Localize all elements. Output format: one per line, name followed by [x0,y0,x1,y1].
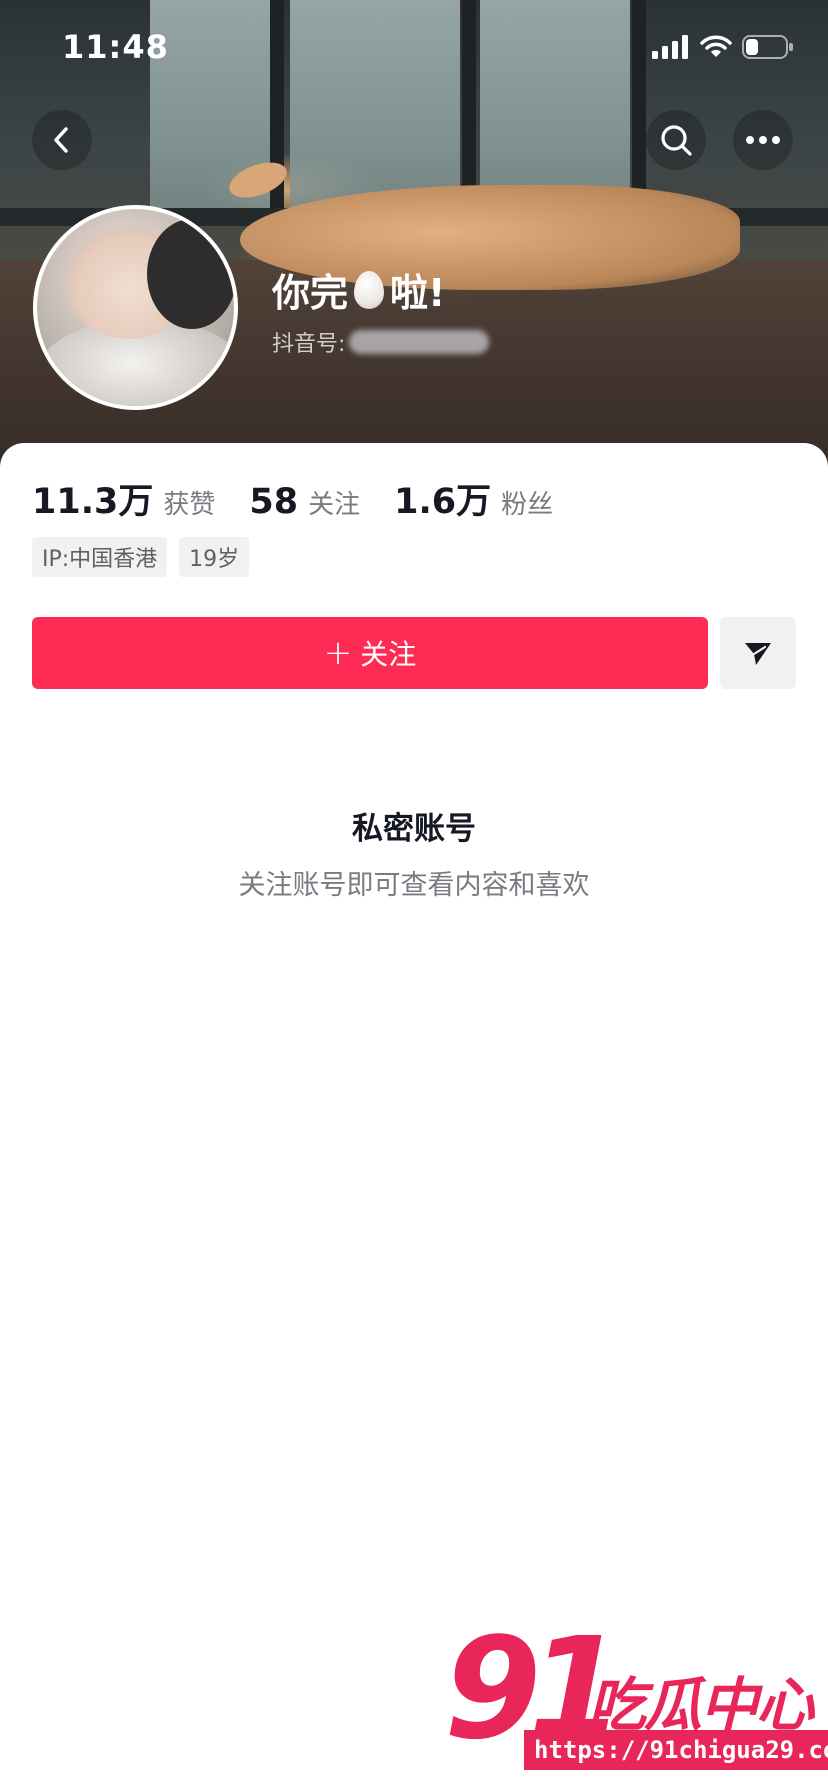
private-account-subtitle: 关注账号即可查看内容和喜欢 [238,870,590,901]
watermark-url: https://91chigua29.com [524,1730,828,1770]
age-tag: 19岁 [179,537,250,577]
signal-icon [652,35,688,59]
profile-card: 11.3万 获赞 58 关注 1.6万 粉丝 IP:中国香港 19岁 + 关注 … [0,443,828,1792]
search-icon [661,125,692,156]
profile-username: 你完 啦! [272,262,445,317]
profile-stats: 11.3万 获赞 58 关注 1.6万 粉丝 [32,473,587,524]
more-horizontal-icon [746,136,780,144]
stat-label: 粉丝 [501,490,554,520]
username-suffix: 啦! [390,271,446,315]
battery-icon [742,35,793,59]
cover-window [290,0,460,215]
wifi-icon [700,35,732,57]
douyin-id-redacted [349,330,490,354]
chevron-left-icon [54,127,68,153]
send-message-button[interactable] [720,617,796,689]
private-account-title: 私密账号 [352,811,476,847]
send-icon [745,643,771,665]
stat-label: 获赞 [163,490,216,520]
stat-value: 58 [249,482,299,522]
follow-button[interactable]: + 关注 [32,617,708,689]
cover-window [480,0,630,215]
back-button[interactable] [32,110,92,170]
douyin-id: 抖音号: [272,326,490,358]
more-button[interactable] [733,110,793,170]
plus-icon: + [323,633,353,673]
follow-button-label: 关注 [360,638,417,671]
stat-value: 11.3万 [32,482,154,522]
site-watermark-logo: 91 吃瓜中心 https://91chigua29.com [440,1620,828,1788]
avatar-hair [147,219,234,329]
stat-label: 关注 [308,490,361,520]
stat-likes[interactable]: 11.3万 获赞 [32,473,215,524]
egg-emoji-icon [354,270,385,309]
stat-value: 1.6万 [394,482,492,522]
stat-followers[interactable]: 1.6万 粉丝 [394,473,553,524]
cover-window-frame [270,0,284,230]
status-icons [652,34,794,60]
douyin-id-label: 抖音号: [272,332,346,357]
username-prefix: 你完 [272,271,349,315]
ip-location-tag: IP:中国香港 [32,537,168,577]
avatar[interactable] [33,205,238,410]
status-time: 11:48 [62,28,169,66]
search-button[interactable] [646,110,706,170]
profile-tags: IP:中国香港 19岁 [32,537,250,577]
stat-following[interactable]: 58 关注 [249,482,360,522]
